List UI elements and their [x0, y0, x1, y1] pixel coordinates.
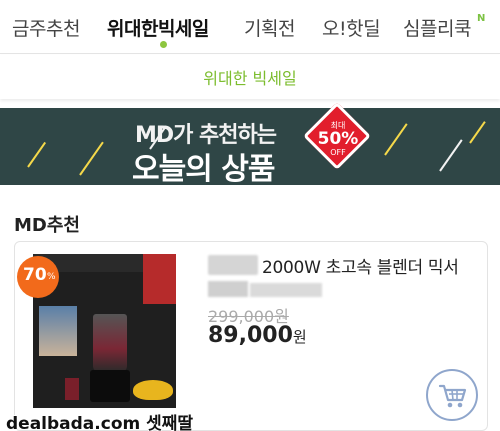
tab-exhibition[interactable]: 기획전: [244, 14, 295, 41]
brand-name-blurred: [208, 255, 258, 275]
section-title: MD추천: [14, 215, 80, 236]
sale-price-number: 89,000: [208, 323, 293, 348]
banner-stripe: [469, 121, 486, 144]
banner-stripe: [79, 141, 104, 176]
subcategory-big-sale[interactable]: 위대한 빅세일: [203, 65, 296, 89]
new-badge: N: [477, 13, 486, 24]
tab-simply-cook[interactable]: 심플리쿡: [403, 14, 471, 41]
subtitle-blurred: [208, 281, 248, 297]
promo-banner[interactable]: MD가 추천하는 오늘의 상품: [0, 108, 500, 185]
discount-unit: %: [47, 272, 56, 282]
sale-badge-value: 50%: [317, 129, 359, 149]
tab-hot-deal[interactable]: 오!핫딜: [322, 14, 381, 41]
discount-badge: 70 %: [17, 256, 59, 298]
cart-icon: [438, 384, 467, 408]
banner-stripe: [384, 123, 408, 156]
sale-badge-text: 최대 50% OFF: [308, 121, 368, 157]
image-banana: [133, 380, 173, 400]
image-blurred-logo: [143, 254, 176, 304]
image-blender-jar: [93, 314, 127, 372]
banner-stripe: [27, 141, 47, 168]
image-blender-base: [90, 370, 130, 402]
category-tabs: 금주추천 위대한빅세일 기획전 오!핫딜 심플리쿡 N: [0, 0, 500, 54]
add-to-cart-button[interactable]: [426, 369, 478, 421]
discount-number: 70: [23, 265, 47, 285]
image-blurred-label: [39, 306, 77, 356]
image-cup: [65, 378, 79, 400]
banner-stripe: [439, 139, 463, 172]
product-title[interactable]: 2000W 초고속 블렌더 믹서: [262, 253, 459, 278]
banner-title: 오늘의 상품: [132, 152, 275, 185]
sale-badge-off: OFF: [330, 148, 346, 157]
active-tab-indicator: [160, 41, 167, 48]
sale-price: 89,000원: [208, 323, 307, 348]
sale-price-unit: 원: [292, 328, 307, 346]
subtitle-blurred: [250, 283, 322, 297]
tab-weekly-recommend[interactable]: 금주추천: [12, 14, 80, 41]
watermark: dealbada.com 셋째딸: [6, 414, 194, 431]
tab-big-sale[interactable]: 위대한빅세일: [107, 14, 209, 41]
subcategory-bar: 위대한 빅세일: [0, 55, 500, 99]
